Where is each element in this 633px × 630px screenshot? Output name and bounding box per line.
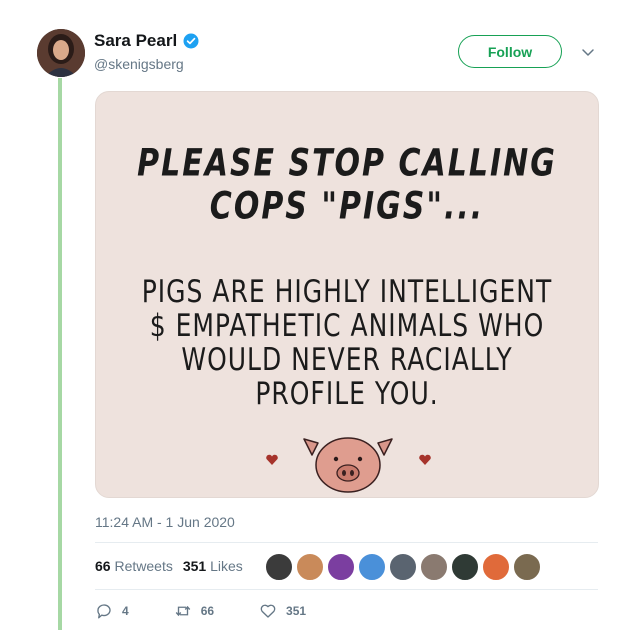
liker-avatar[interactable] — [513, 553, 541, 581]
heart-doodle-left-icon — [266, 454, 278, 465]
display-name[interactable]: Sara Pearl — [94, 31, 177, 51]
avatar[interactable] — [37, 29, 85, 77]
engagement-stats: 66 Retweets 351 Likes — [95, 558, 243, 574]
liker-avatar[interactable] — [358, 553, 386, 581]
like-count: 351 — [286, 604, 307, 618]
tweet-image[interactable]: PLEASE STOP CALLING COPS "PIGS"... PIGS … — [95, 91, 599, 498]
likes-stat-count: 351 — [182, 558, 207, 574]
likers-avatar-row — [265, 553, 541, 581]
tweet-actions: 4 66 351 — [95, 602, 306, 620]
thread-connector-line — [58, 78, 62, 630]
divider-top — [95, 542, 598, 543]
retweets-stat-label: Retweets — [114, 558, 173, 574]
pig-face-icon — [303, 437, 393, 493]
liker-avatar[interactable] — [451, 553, 479, 581]
retweets-stat-count: 66 — [95, 558, 111, 574]
user-handle[interactable]: @skenigsberg — [94, 56, 184, 72]
retweet-button[interactable]: 66 — [174, 602, 214, 620]
likes-stat[interactable]: 351 Likes — [183, 558, 243, 574]
reply-button[interactable]: 4 — [95, 602, 129, 620]
retweet-count: 66 — [200, 604, 215, 618]
heart-icon — [260, 604, 276, 618]
liker-avatar[interactable] — [296, 553, 324, 581]
liker-avatar[interactable] — [265, 553, 293, 581]
liker-avatar[interactable] — [420, 553, 448, 581]
liker-avatar[interactable] — [389, 553, 417, 581]
liker-avatar[interactable] — [482, 553, 510, 581]
tweet-timestamp[interactable]: 11:24 AM - 1 Jun 2020 — [95, 514, 235, 530]
chevron-down-icon[interactable] — [580, 44, 596, 60]
retweets-stat[interactable]: 66 Retweets — [95, 558, 173, 574]
heart-doodle-right-icon — [419, 454, 431, 465]
likes-stat-label: Likes — [210, 558, 243, 574]
verified-badge-icon — [183, 33, 199, 49]
image-body-line-4: PROFILE YOU. — [255, 375, 439, 412]
follow-button[interactable]: Follow — [458, 35, 562, 68]
divider-bottom — [95, 589, 598, 590]
like-button[interactable]: 351 — [259, 602, 306, 620]
image-heading-line-2: COPS "PIGS"... — [209, 184, 485, 229]
liker-avatar[interactable] — [327, 553, 355, 581]
reply-count: 4 — [122, 604, 129, 618]
reply-icon — [97, 604, 111, 619]
retweet-icon — [175, 605, 190, 617]
